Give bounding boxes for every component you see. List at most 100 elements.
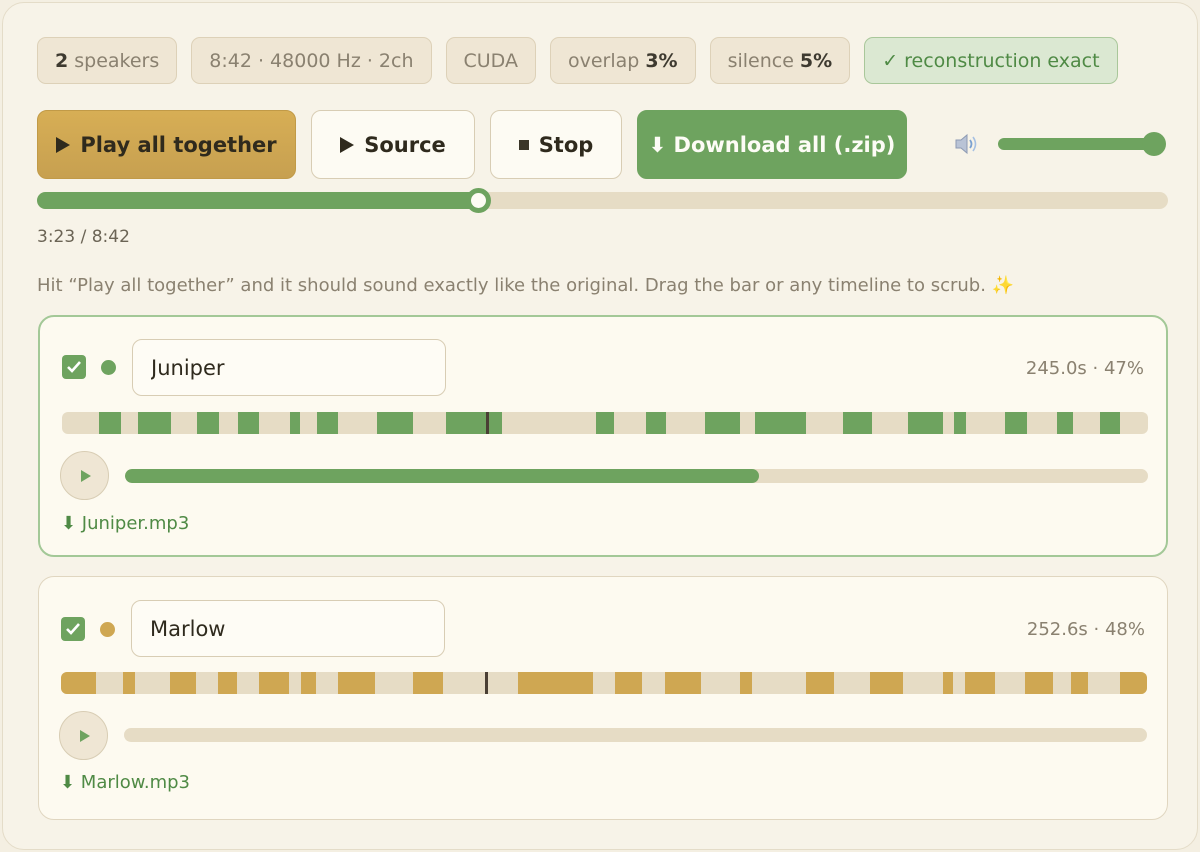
playback-time: 3:23 / 8:42 <box>37 227 130 247</box>
volume-control <box>953 131 979 157</box>
speaker-timeline[interactable] <box>62 412 1148 434</box>
speech-segment <box>907 412 943 434</box>
speaker-play-button[interactable] <box>60 451 109 500</box>
speaker-card-marlow: 252.6s · 48% ⬇ Marlow.mp3 <box>38 576 1168 820</box>
info-chips: 2 speakers 8:42 · 48000 Hz · 2ch CUDA ov… <box>37 37 1118 84</box>
speaker-card-juniper: 245.0s · 47% ⬇ Juniper.mp3 <box>38 315 1168 557</box>
speaker-progress-track[interactable] <box>125 469 1148 483</box>
chip-overlap: overlap 3% <box>549 37 696 84</box>
speaker-color-dot <box>101 360 116 375</box>
speech-segment <box>942 672 953 694</box>
speech-segment <box>376 412 413 434</box>
speech-segment <box>1025 672 1053 694</box>
speech-segment <box>953 412 966 434</box>
source-label: Source <box>364 132 446 157</box>
play-icon <box>80 729 90 742</box>
speech-segment <box>739 672 752 694</box>
speaker-download-link[interactable]: ⬇ Juniper.mp3 <box>61 513 189 534</box>
speech-segment <box>337 672 375 694</box>
speaker-progress-fill <box>125 469 760 483</box>
speaker-enable-checkbox[interactable] <box>61 617 85 641</box>
speech-segment <box>1056 412 1074 434</box>
speech-segment <box>518 672 594 694</box>
speech-segment <box>61 672 96 694</box>
chip-speakers: 2 speakers <box>37 37 178 84</box>
hint-text: Hit “Play all together” and it should so… <box>37 275 1015 296</box>
stop-label: Stop <box>538 132 594 157</box>
playhead-marker <box>484 672 488 694</box>
speech-segment <box>964 672 995 694</box>
speech-segment <box>237 412 259 434</box>
chip-speakers-label: speakers <box>74 49 160 72</box>
playback-controls: Play all together Source Stop ⬇ Download… <box>37 110 907 179</box>
speech-segment <box>412 672 444 694</box>
volume-slider-handle[interactable] <box>1142 132 1166 156</box>
source-button[interactable]: Source <box>311 110 475 179</box>
play-all-label: Play all together <box>80 132 277 157</box>
speech-segment <box>754 412 806 434</box>
speech-segment <box>596 412 614 434</box>
master-progress-track[interactable] <box>37 192 1168 209</box>
speech-segment <box>138 412 171 434</box>
master-progress-fill <box>37 192 479 209</box>
speaker-name-input[interactable] <box>131 600 445 657</box>
volume-slider-track[interactable] <box>998 138 1158 150</box>
speech-segment <box>317 412 338 434</box>
play-icon <box>340 136 355 153</box>
speaker-enable-checkbox[interactable] <box>62 355 86 379</box>
speech-segment <box>704 412 740 434</box>
download-all-button[interactable]: ⬇ Download all (.zip) <box>637 110 907 179</box>
checkmark-icon <box>66 623 80 635</box>
stop-icon <box>518 139 529 150</box>
speech-segment <box>1070 672 1089 694</box>
speech-segment <box>805 672 835 694</box>
speaker-play-button[interactable] <box>59 711 108 760</box>
chip-audio-format-label: 8:42 · 48000 Hz · 2ch <box>209 49 414 72</box>
speech-segment <box>870 672 903 694</box>
chip-audio-format: 8:42 · 48000 Hz · 2ch <box>191 37 432 84</box>
speech-segment <box>258 672 290 694</box>
speech-segment <box>1100 412 1120 434</box>
speaker-name-input[interactable] <box>132 339 446 396</box>
playhead-marker <box>485 412 489 434</box>
chip-silence-label: silence <box>727 49 794 72</box>
play-icon <box>81 469 91 482</box>
speaker-volume-icon[interactable] <box>953 131 979 157</box>
speech-segment <box>446 412 502 434</box>
checkmark-icon <box>67 361 81 373</box>
speaker-separation-panel: 2 speakers 8:42 · 48000 Hz · 2ch CUDA ov… <box>2 2 1198 850</box>
chip-overlap-value: 3% <box>645 49 678 72</box>
speaker-stats: 252.6s · 48% <box>1026 619 1145 640</box>
speech-segment <box>290 412 300 434</box>
play-all-button[interactable]: Play all together <box>37 110 296 179</box>
speaker-stats: 245.0s · 47% <box>1025 358 1144 379</box>
speech-segment <box>301 672 317 694</box>
play-icon <box>56 136 71 153</box>
speech-segment <box>1119 672 1147 694</box>
speech-segment <box>98 412 121 434</box>
speech-segment <box>218 672 237 694</box>
speech-segment <box>646 412 666 434</box>
chip-silence: silence 5% <box>709 37 851 84</box>
speaker-download-link[interactable]: ⬇ Marlow.mp3 <box>60 772 190 793</box>
chip-device: CUDA <box>445 37 536 84</box>
stop-button[interactable]: Stop <box>490 110 622 179</box>
speech-segment <box>614 672 642 694</box>
speech-segment <box>842 412 873 434</box>
speech-segment <box>122 672 135 694</box>
speech-segment <box>196 412 220 434</box>
chip-speakers-count: 2 <box>55 49 69 72</box>
chip-device-label: CUDA <box>463 49 518 72</box>
speech-segment <box>169 672 196 694</box>
speaker-progress-track[interactable] <box>124 728 1147 742</box>
download-all-label: ⬇ Download all (.zip) <box>648 132 896 157</box>
speech-segment <box>664 672 701 694</box>
chip-reconstruction-status: ✓ reconstruction exact <box>864 37 1118 84</box>
chip-overlap-label: overlap <box>567 49 640 72</box>
chip-silence-value: 5% <box>799 49 833 72</box>
chip-reconstruction-label: ✓ reconstruction exact <box>882 49 1100 72</box>
speaker-color-dot <box>100 622 115 637</box>
speaker-timeline[interactable] <box>61 672 1147 694</box>
master-progress-handle[interactable] <box>466 188 492 213</box>
speech-segment <box>1004 412 1028 434</box>
